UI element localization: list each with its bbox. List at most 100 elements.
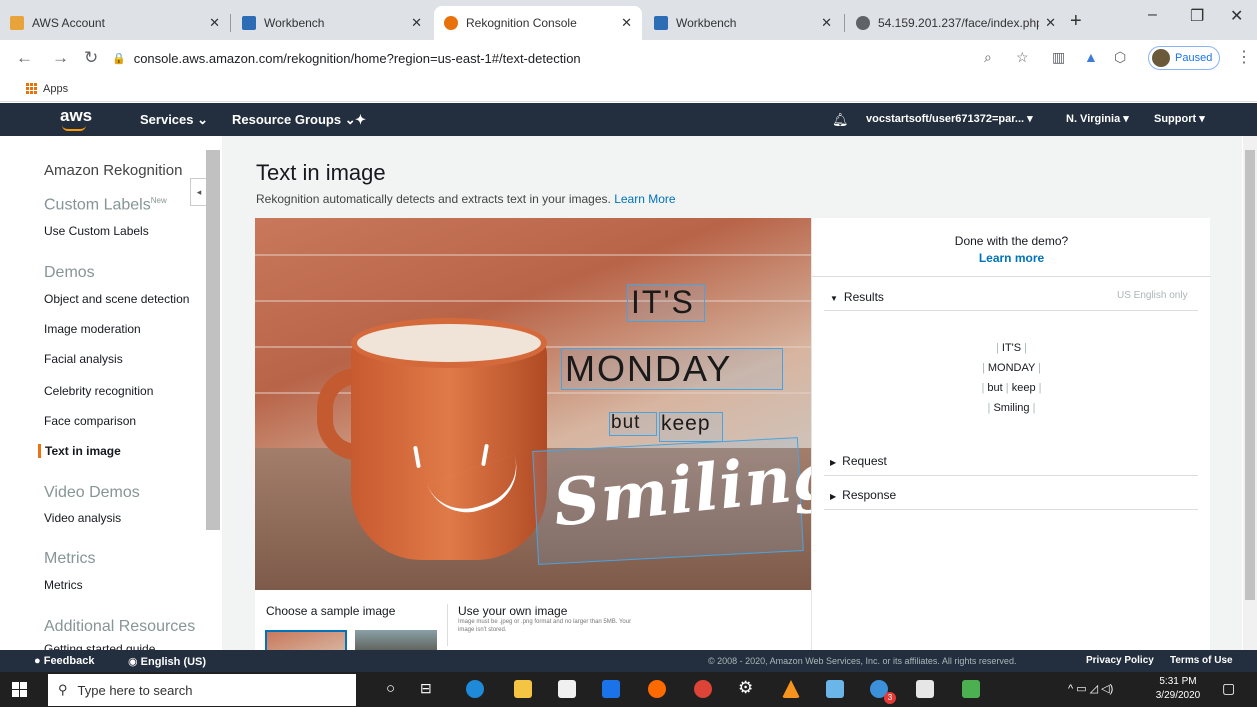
back-arrow-icon[interactable]: ←	[16, 48, 33, 68]
taskbar-search-input[interactable]: ⚲ Type here to search	[48, 674, 356, 706]
tab-rekognition-console[interactable]: Rekognition Console ✕	[434, 6, 642, 40]
profile-paused-button[interactable]: Paused	[1148, 46, 1220, 70]
settings-gear-icon[interactable]: ⚙	[738, 678, 753, 698]
mail-icon[interactable]	[602, 680, 620, 698]
browser-menu-icon[interactable]: ⋮	[1236, 47, 1252, 67]
new-badge: New	[150, 196, 167, 205]
divider	[824, 509, 1198, 510]
sidebar-item-use-custom-labels[interactable]: Use Custom Labels	[44, 224, 149, 238]
request-section-toggle[interactable]: ▶ Request	[830, 454, 887, 468]
close-icon[interactable]: ✕	[621, 15, 632, 31]
sticky-app-icon[interactable]	[826, 680, 844, 698]
extension-copy-icon[interactable]: ▥	[1052, 49, 1065, 66]
search-placeholder: Type here to search	[77, 682, 193, 698]
custom-labels-heading: Custom Labels	[44, 196, 151, 214]
sidebar-item-object-scene[interactable]: Object and scene detection	[44, 292, 189, 306]
terms-of-use-link[interactable]: Terms of Use	[1170, 655, 1233, 666]
new-tab-plus-icon[interactable]: +	[1070, 10, 1082, 33]
notifications-icon[interactable]: ▢	[1222, 680, 1235, 697]
aws-logo[interactable]: aws	[60, 106, 92, 126]
clock-date[interactable]: 3/29/2020	[1152, 690, 1204, 701]
account-menu[interactable]: vocstartsoft/user671372=par... ▾	[866, 112, 1033, 125]
divider	[447, 604, 448, 646]
notification-badge: 3	[884, 692, 896, 704]
url-text: console.aws.amazon.com/rekognition/home?…	[133, 50, 581, 66]
sidebar-item-facial-analysis[interactable]: Facial analysis	[44, 352, 123, 366]
sidebar-item-face-comparison[interactable]: Face comparison	[44, 414, 136, 428]
bell-icon[interactable]: 🔔︎	[832, 112, 849, 128]
divider	[824, 310, 1198, 311]
image-text-but: but	[611, 412, 641, 433]
services-menu[interactable]: Services ⌄	[140, 112, 208, 128]
apps-grid-icon[interactable]	[26, 83, 37, 94]
sidebar-item-text-in-image[interactable]: Text in image	[38, 444, 121, 458]
system-tray-icons[interactable]: ^ ▭ ◿ ◁)	[1068, 682, 1113, 695]
edge-icon[interactable]	[466, 680, 484, 698]
vlc-icon[interactable]	[782, 680, 800, 698]
tab-aws-account[interactable]: AWS Account ✕	[0, 6, 230, 40]
task-view-icon[interactable]: ⊟	[420, 680, 432, 697]
tab-workbench-1[interactable]: Workbench ✕	[232, 6, 432, 40]
avatar	[1152, 49, 1170, 67]
store-icon[interactable]	[558, 680, 576, 698]
aws-smile-logo-icon	[62, 125, 86, 131]
tab-face-index[interactable]: 54.159.201.237/face/index.php ✕	[846, 6, 1066, 40]
caret-down-icon: ▼	[830, 294, 838, 303]
windows-start-icon[interactable]	[12, 682, 27, 697]
privacy-policy-link[interactable]: Privacy Policy	[1086, 655, 1154, 666]
results-section-toggle[interactable]: ▼ Results	[830, 290, 884, 304]
sidebar-item-metrics[interactable]: Metrics	[44, 578, 83, 592]
rekognition-sidebar: Amazon Rekognition ◂ Custom LabelsNew Us…	[0, 136, 222, 650]
minimize-icon[interactable]: –	[1148, 6, 1157, 24]
sidebar-item-video-analysis[interactable]: Video analysis	[44, 511, 121, 525]
chat-bubble-icon: ●	[34, 655, 41, 667]
apps-bookmark[interactable]: Apps	[43, 83, 68, 95]
close-icon[interactable]: ✕	[411, 15, 422, 31]
firefox-icon[interactable]	[648, 680, 666, 698]
sidebar-item-celebrity-recognition[interactable]: Celebrity recognition	[44, 384, 153, 398]
resource-groups-menu[interactable]: Resource Groups ⌄	[232, 112, 356, 128]
window-close-icon[interactable]: ✕	[1230, 6, 1243, 26]
close-icon[interactable]: ✕	[209, 15, 220, 31]
chrome-icon[interactable]	[694, 680, 712, 698]
sample-thumbnail-street[interactable]	[355, 630, 437, 650]
reload-icon[interactable]: ↻	[84, 48, 98, 68]
chevron-down-icon: ⌄	[197, 112, 209, 127]
bookmark-star-icon[interactable]: ☆	[1016, 49, 1029, 66]
url-field[interactable]: 🔒 console.aws.amazon.com/rekognition/hom…	[112, 45, 1012, 71]
restore-icon[interactable]: ❐	[1190, 6, 1204, 26]
file-explorer-icon[interactable]	[514, 680, 532, 698]
response-section-toggle[interactable]: ▶ Response	[830, 488, 896, 502]
zoom-icon[interactable]: ⌕	[984, 49, 992, 66]
globe-icon: ◉	[128, 656, 138, 668]
globe-icon	[856, 16, 870, 30]
sidebar-scrollbar[interactable]	[206, 150, 220, 530]
sample-thumbnail-selected[interactable]	[265, 630, 347, 650]
language-selector[interactable]: ◉ English (US)	[128, 655, 206, 668]
tab-workbench-2[interactable]: Workbench ✕	[644, 6, 842, 40]
extension-drive-icon[interactable]: ▲	[1084, 49, 1098, 65]
scrollbar-thumb[interactable]	[1245, 150, 1255, 600]
feedback-button[interactable]: ● Feedback	[34, 655, 94, 667]
close-icon[interactable]: ✕	[1045, 15, 1056, 31]
image-text-keep: keep	[661, 412, 711, 435]
clock-time[interactable]: 5:31 PM	[1152, 676, 1204, 687]
region-menu[interactable]: N. Virginia ▾	[1066, 112, 1129, 125]
network-share-icon[interactable]	[962, 680, 980, 698]
language-label: English (US)	[140, 656, 207, 668]
result-word: keep	[1011, 382, 1036, 394]
use-own-image-label[interactable]: Use your own image	[458, 604, 567, 618]
forward-arrow-icon[interactable]: →	[52, 48, 69, 68]
cortana-icon[interactable]: ○	[386, 680, 395, 697]
pin-icon[interactable]: ✦	[355, 112, 366, 128]
mug-foam	[351, 318, 547, 368]
extension-shield-icon[interactable]: ⬡	[1114, 49, 1126, 66]
support-menu[interactable]: Support ▾	[1154, 112, 1205, 125]
close-icon[interactable]: ✕	[821, 15, 832, 31]
sidebar-item-getting-started[interactable]: Getting started guide	[44, 642, 155, 650]
sidebar-item-image-moderation[interactable]: Image moderation	[44, 322, 141, 336]
page-scrollbar[interactable]	[1243, 136, 1257, 650]
learn-more-link[interactable]: Learn more	[812, 251, 1211, 265]
photos-icon[interactable]	[916, 680, 934, 698]
learn-more-link[interactable]: Learn More	[614, 192, 675, 206]
